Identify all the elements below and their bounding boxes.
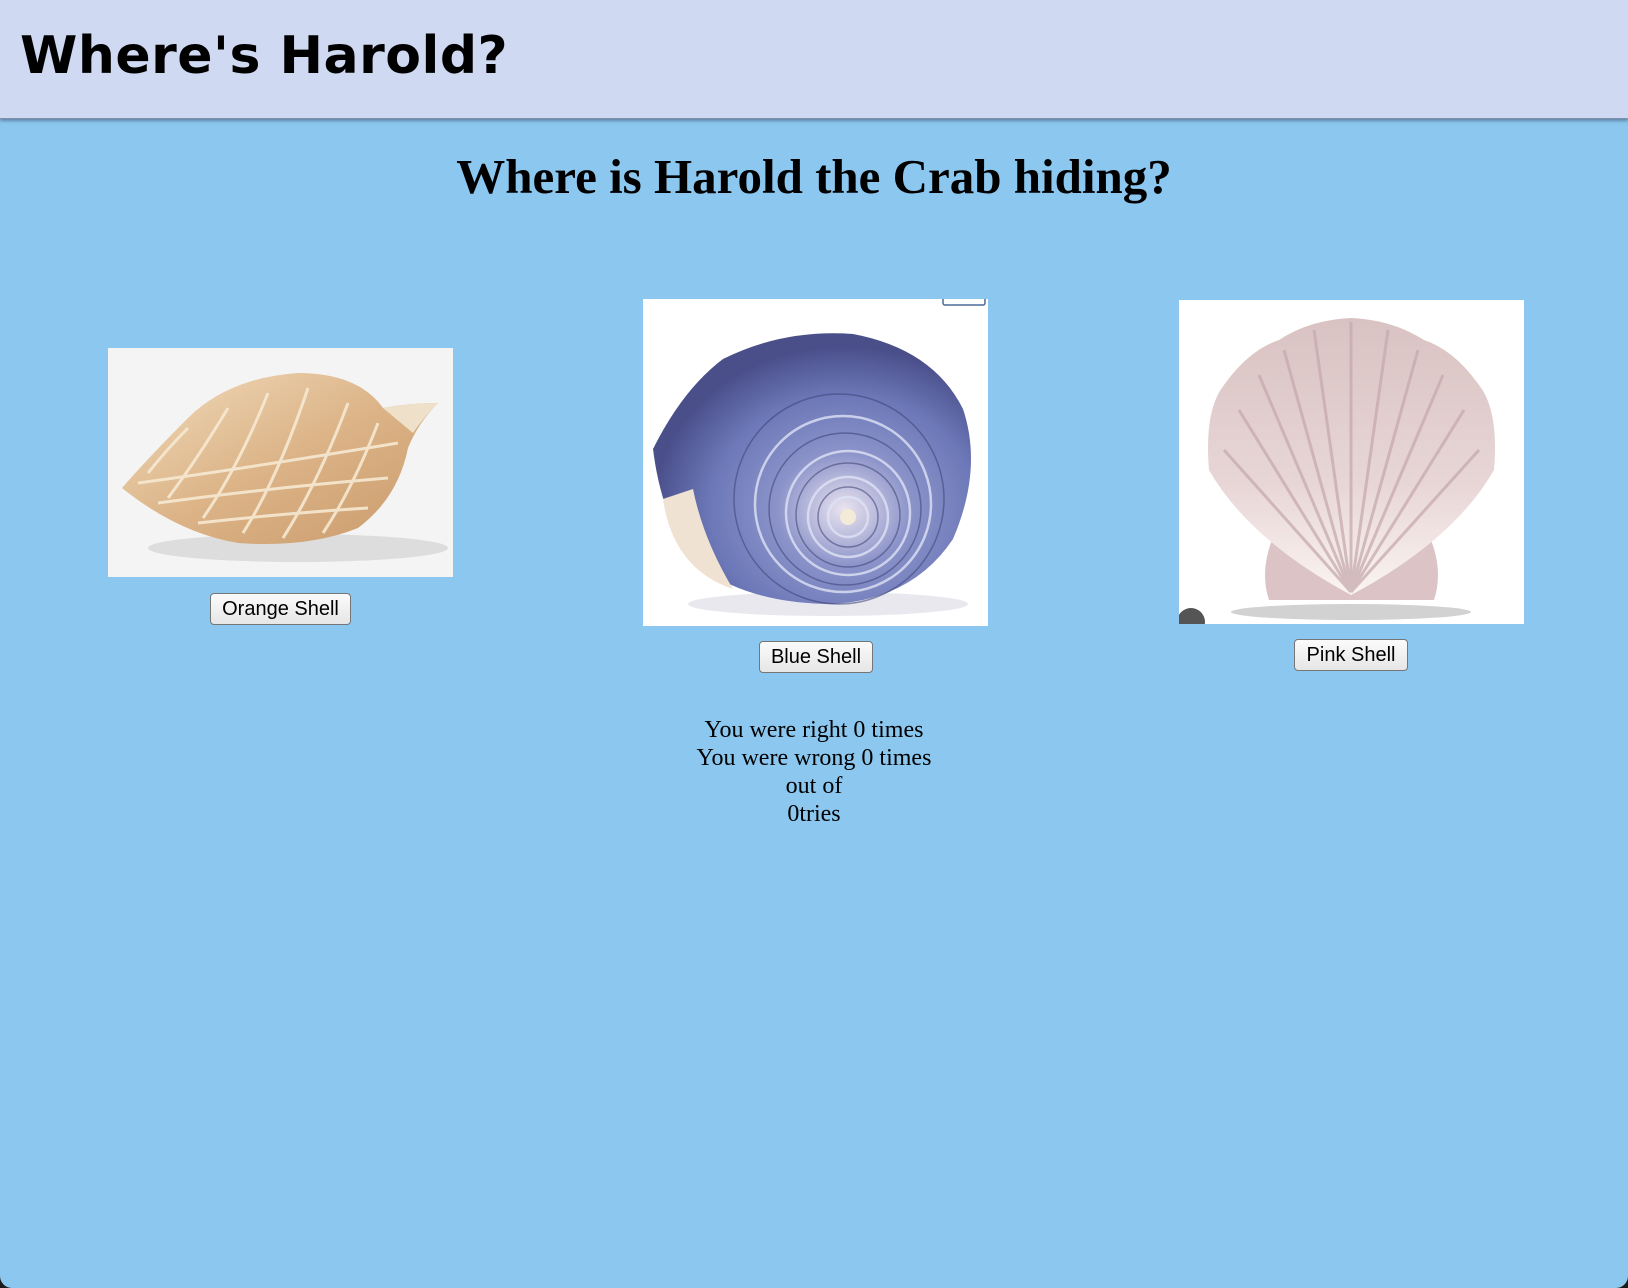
orange-shell-button[interactable]: Orange Shell xyxy=(210,593,351,625)
header-bar: Where's Harold? xyxy=(0,0,1628,119)
right-count-text: You were right 0 times xyxy=(704,717,924,743)
app-title: Where's Harold? xyxy=(20,26,509,86)
scallop-shell-image[interactable] xyxy=(1179,300,1524,624)
score-panel: You were right 0 times You were wrong 0 … xyxy=(0,716,1628,828)
tries-count-text: 0tries xyxy=(787,801,841,827)
page-viewport: Where's Harold? Where is Harold the Crab… xyxy=(0,0,1628,1288)
game-question: Where is Harold the Crab hiding? xyxy=(456,149,1172,204)
spiral-shell-image[interactable] xyxy=(643,299,988,626)
out-of-text: out of xyxy=(785,773,843,799)
conch-shell-image[interactable] xyxy=(108,348,453,577)
pink-shell-button[interactable]: Pink Shell xyxy=(1294,639,1408,671)
wrong-count-text: You were wrong 0 times xyxy=(696,745,932,771)
blue-shell-button[interactable]: Blue Shell xyxy=(759,641,873,673)
